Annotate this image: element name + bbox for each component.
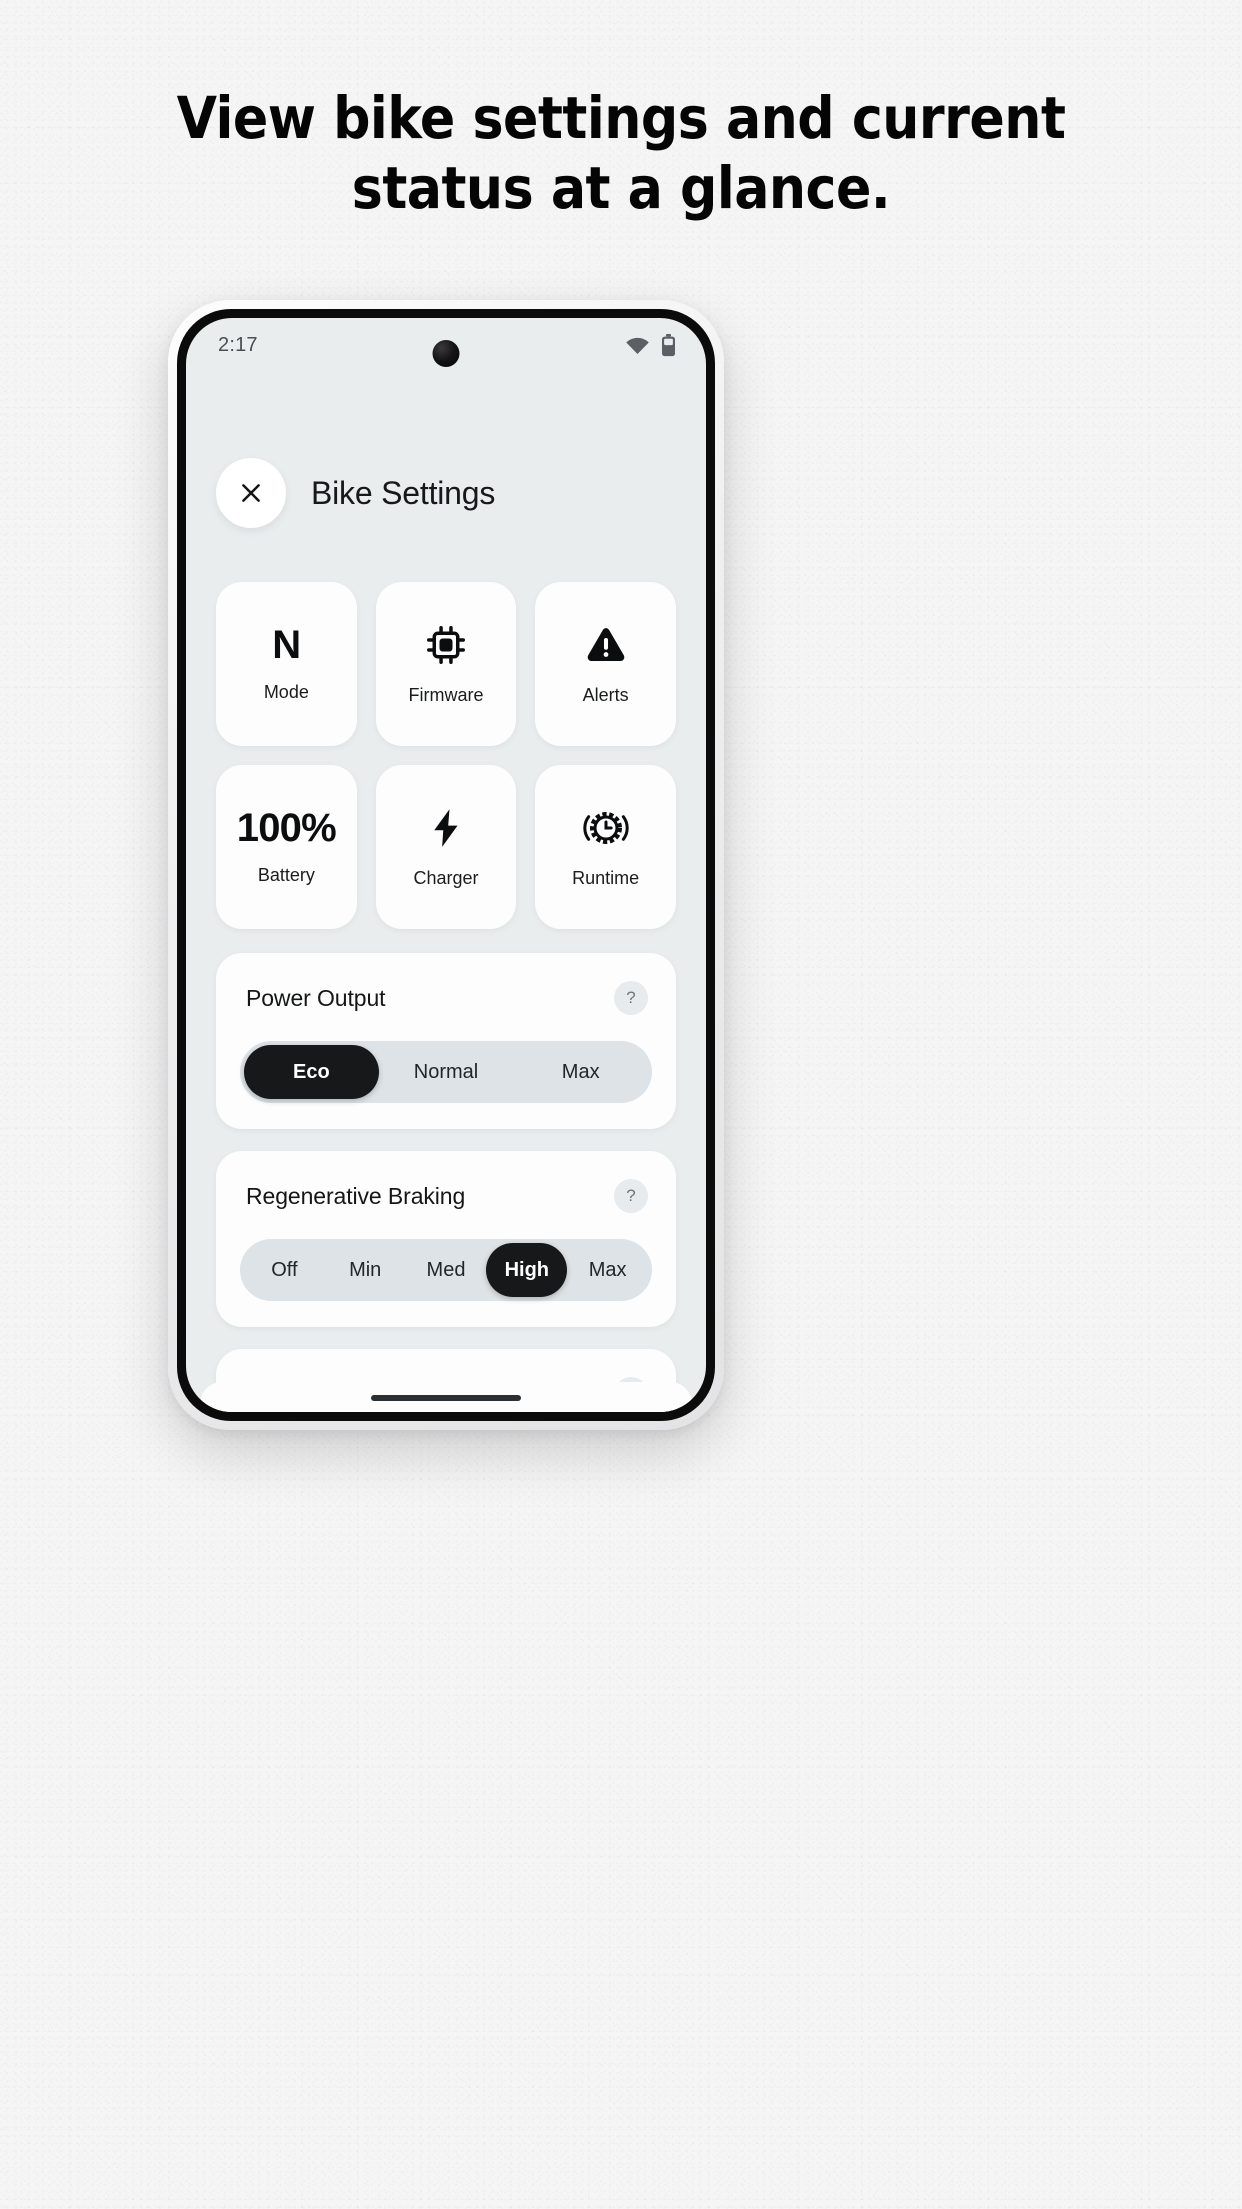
app-header: Bike Settings <box>186 372 706 528</box>
bolt-icon <box>424 805 468 851</box>
tile-label: Firmware <box>408 685 484 705</box>
battery-icon <box>661 333 676 357</box>
segment-option-high[interactable]: High <box>486 1243 568 1297</box>
segment-option-med[interactable]: Med <box>406 1243 487 1297</box>
tile-battery[interactable]: 100% Battery <box>216 765 357 929</box>
setting-card-header: Power Output ? <box>240 981 652 1015</box>
phone-mockup: 2:17 Bike Settings N Mode Firmware Alert… <box>168 300 724 1430</box>
status-bar-clock: 2:17 <box>218 333 258 356</box>
tile-label: Battery <box>257 865 315 885</box>
wifi-icon <box>625 336 650 355</box>
help-icon[interactable]: ? <box>614 1179 648 1213</box>
promo-headline: View bike settings and current status at… <box>0 84 1242 223</box>
segment-option-off[interactable]: Off <box>244 1243 325 1297</box>
tile-label: Mode <box>263 682 309 702</box>
settings-list: Power Output ? Eco Normal Max Regenerati… <box>186 929 706 1412</box>
phone-screen: 2:17 Bike Settings N Mode Firmware Alert… <box>186 318 706 1412</box>
tile-label: Runtime <box>572 868 640 888</box>
segment-option-eco[interactable]: Eco <box>244 1045 379 1099</box>
status-bar-icons <box>625 333 676 357</box>
segment-option-normal[interactable]: Normal <box>379 1045 514 1099</box>
setting-title: Power Output <box>246 984 386 1011</box>
tile-value: N <box>272 623 301 667</box>
tile-firmware[interactable]: Firmware <box>375 582 517 746</box>
help-icon[interactable]: ? <box>614 981 648 1015</box>
page-title: Bike Settings <box>311 474 496 511</box>
setting-title: Regenerative Braking <box>246 1182 466 1209</box>
home-indicator[interactable] <box>371 1395 521 1401</box>
close-icon <box>242 484 260 502</box>
warning-icon <box>584 622 628 668</box>
status-tile-grid: N Mode Firmware Alerts 100% Battery Char… <box>186 528 706 929</box>
status-bar: 2:17 <box>186 318 706 372</box>
headline-line-1: View bike settings and current <box>176 84 1066 152</box>
close-button[interactable] <box>216 458 286 528</box>
setting-card-power-output: Power Output ? Eco Normal Max <box>216 953 676 1129</box>
setting-card-header: Regenerative Braking ? <box>240 1179 652 1213</box>
chip-icon <box>424 622 468 668</box>
runtime-icon <box>583 805 629 851</box>
headline-line-2: status at a glance. <box>351 154 891 223</box>
tile-charger[interactable]: Charger <box>375 765 517 929</box>
segment-option-max[interactable]: Max <box>513 1045 648 1099</box>
tile-label: Charger <box>413 868 479 888</box>
tile-label: Alerts <box>582 685 629 705</box>
front-camera-icon <box>432 340 460 367</box>
tile-alerts[interactable]: Alerts <box>535 582 676 746</box>
segment-option-min[interactable]: Min <box>325 1243 406 1297</box>
segmented-control-power-output: Eco Normal Max <box>240 1041 652 1103</box>
tile-mode[interactable]: N Mode <box>216 582 357 746</box>
segment-option-max[interactable]: Max <box>567 1243 648 1297</box>
tile-value: 100% <box>236 806 337 850</box>
setting-card-regenerative-braking: Regenerative Braking ? Off Min Med High … <box>216 1151 676 1327</box>
phone-bezel: 2:17 Bike Settings N Mode Firmware Alert… <box>177 309 715 1421</box>
tile-runtime[interactable]: Runtime <box>535 765 676 929</box>
segmented-control-regenerative-braking: Off Min Med High Max <box>240 1239 652 1301</box>
